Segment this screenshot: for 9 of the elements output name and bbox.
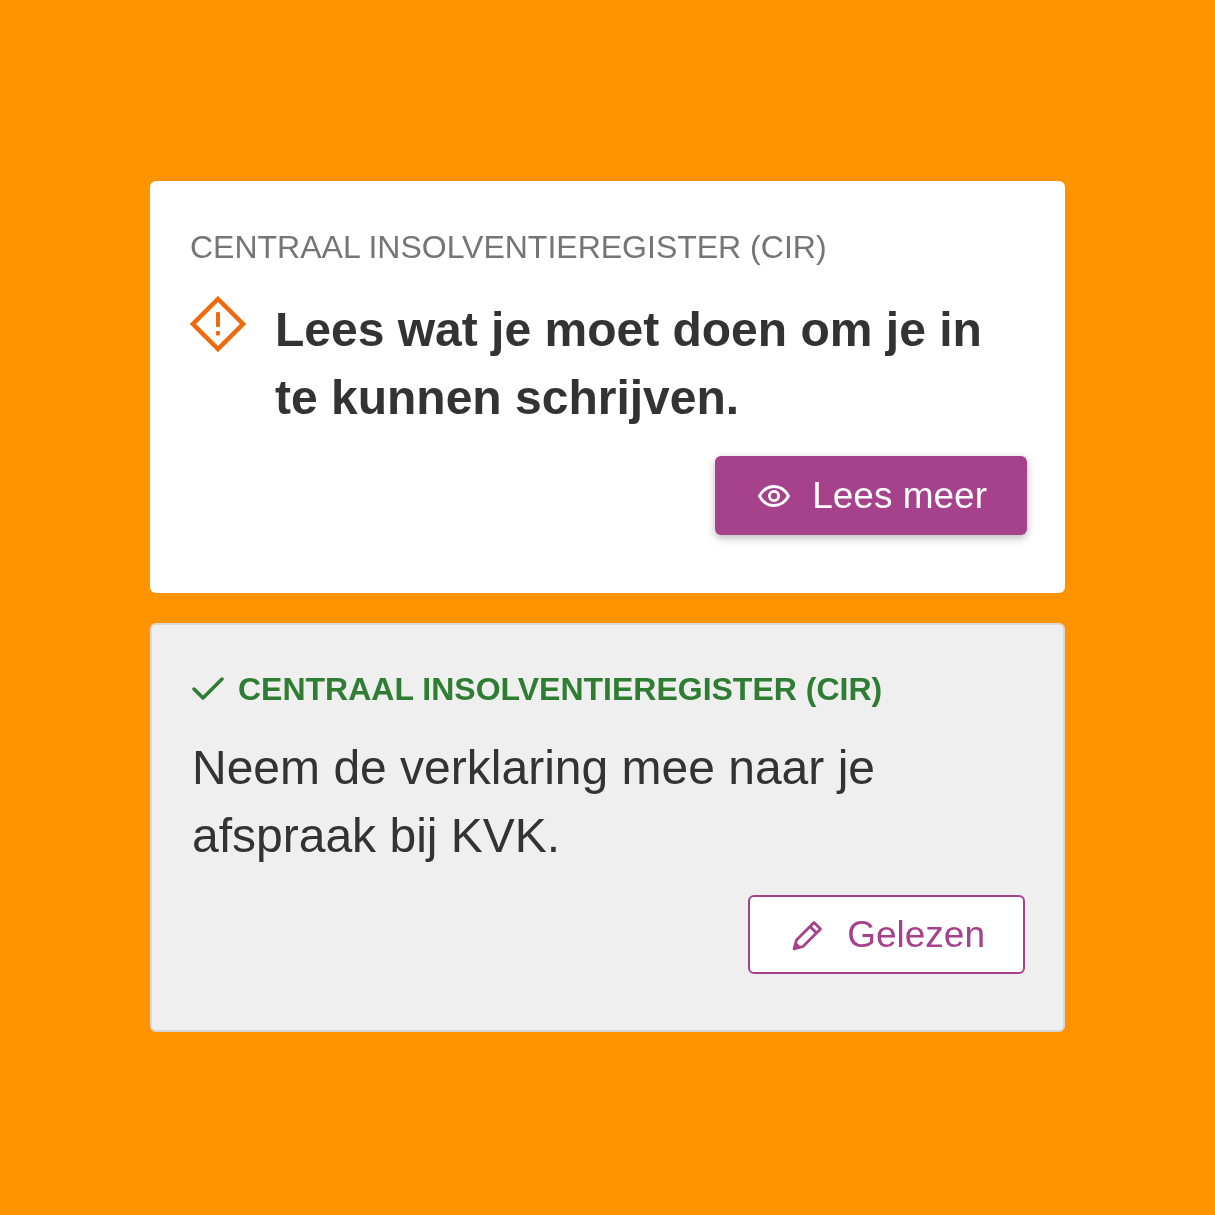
card-message: Neem de verklaring mee naar je afspraak bij KVK. <box>192 740 876 864</box>
warning-icon <box>190 296 246 352</box>
card-heading: CENTRAAL INSOLVENTIEREGISTER (CIR) <box>190 228 827 267</box>
card-message: Lees wat je moet doen om je in te kunnen schrijven. <box>275 302 983 426</box>
mark-read-button[interactable]: Gelezen <box>748 895 1025 974</box>
eye-icon <box>758 484 791 507</box>
read-more-button[interactable]: Lees meer <box>715 456 1027 535</box>
check-icon <box>192 676 224 702</box>
card-heading: CENTRAAL INSOLVENTIEREGISTER (CIR) <box>238 670 883 709</box>
